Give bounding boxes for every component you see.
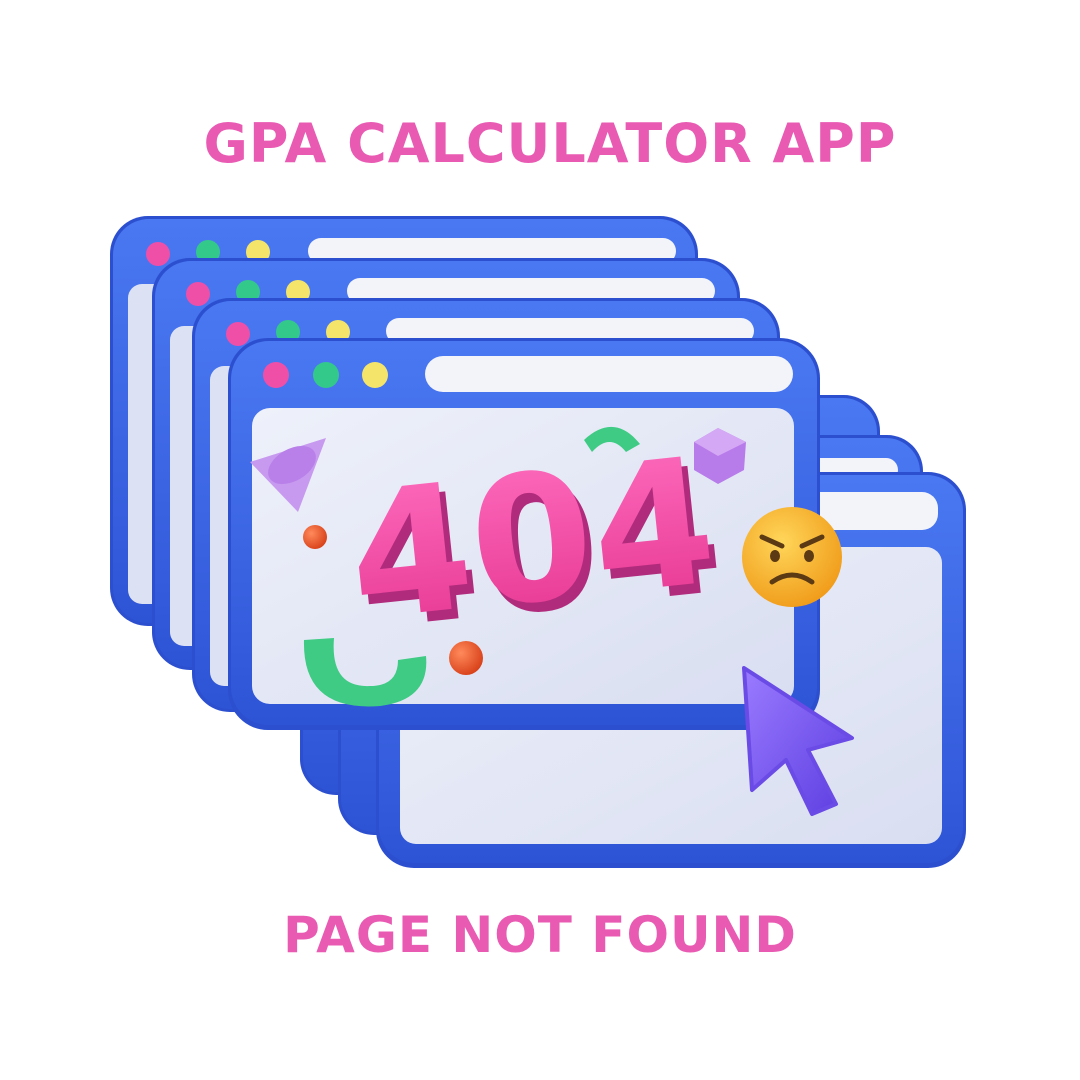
error-code-text: 404	[340, 421, 725, 661]
window-dot-green	[313, 362, 339, 388]
page-not-found-message: PAGE NOT FOUND	[283, 906, 797, 964]
angry-face-icon	[742, 507, 842, 607]
error-page: GPA CALCULATOR APP 404 404 PAGE NOT FOUN…	[0, 0, 1080, 1080]
error-code-404: 404 404	[340, 421, 732, 670]
window-dot-pink	[263, 362, 289, 388]
window-dot-yellow	[362, 362, 388, 388]
orange-ball-left	[303, 525, 327, 549]
